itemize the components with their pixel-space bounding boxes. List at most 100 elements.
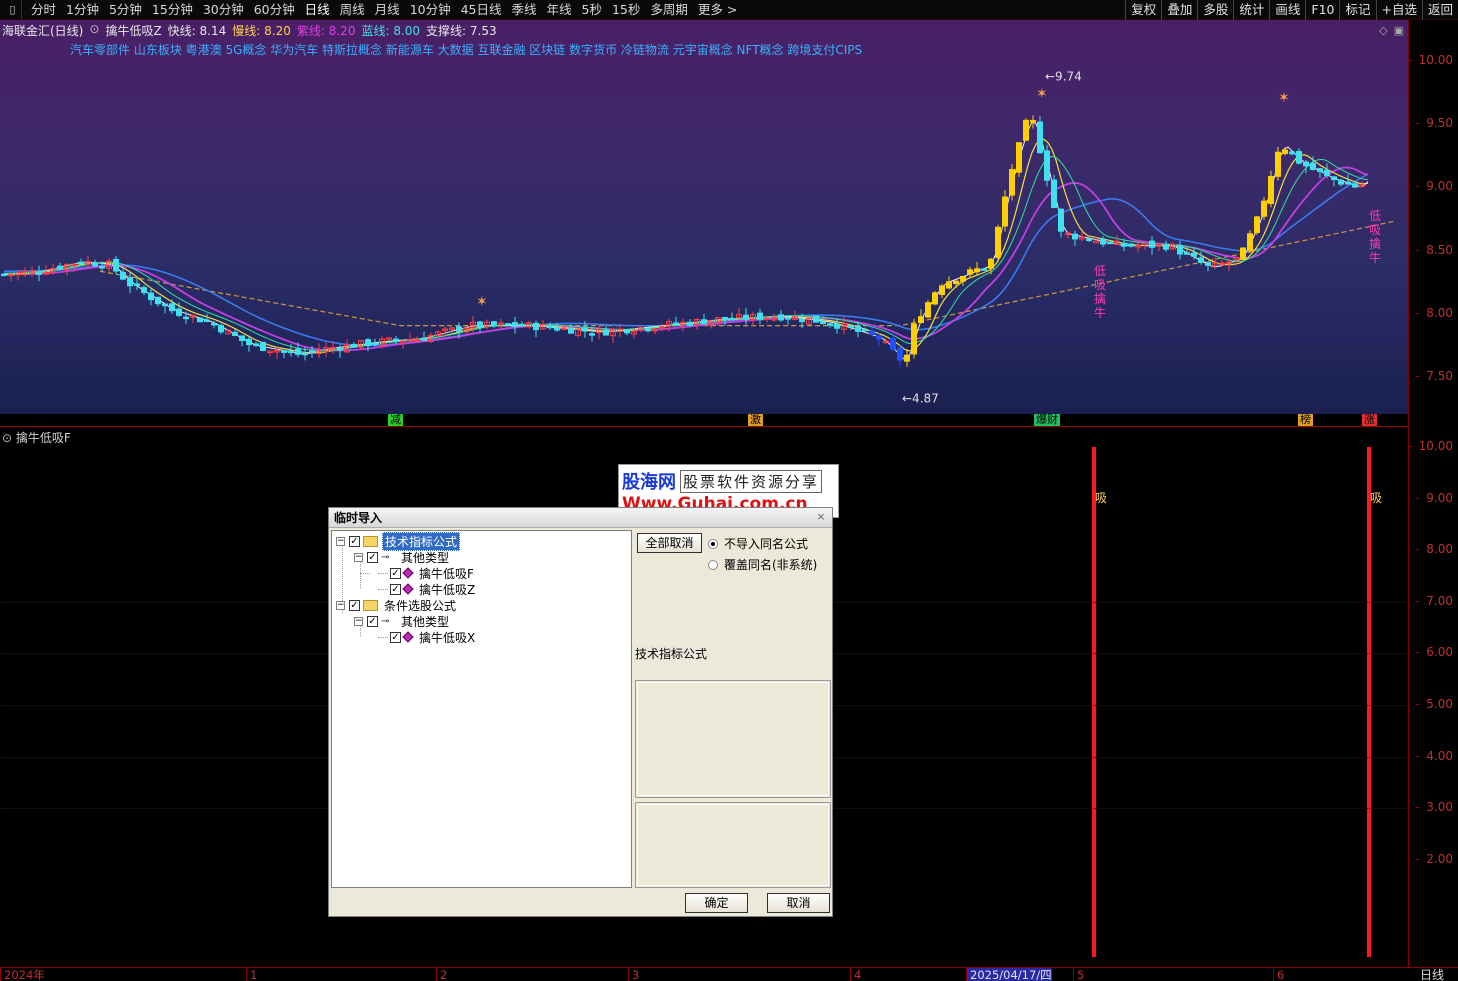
toolbar-button-7[interactable]: +自选 <box>1375 0 1422 20</box>
tree-node-tech-formula[interactable]: − ✓ 技术指标公式 <box>336 531 461 551</box>
close-icon[interactable]: × <box>814 510 828 524</box>
toolbar-button-8[interactable]: 返回 <box>1421 0 1458 20</box>
candle-body <box>113 258 119 272</box>
candle-body <box>120 271 126 280</box>
tree-label[interactable]: 擒牛低吸X <box>417 629 477 646</box>
candle-body <box>351 343 357 348</box>
checkbox[interactable]: ✓ <box>390 583 401 595</box>
candle-body <box>743 314 749 320</box>
period-tab-10[interactable]: 45日线 <box>456 0 507 20</box>
period-tab-12[interactable]: 年线 <box>542 0 577 20</box>
toolbar-button-2[interactable]: 多股 <box>1197 0 1233 20</box>
period-tab-6[interactable]: 日线 <box>300 0 335 20</box>
period-tab-11[interactable]: 季线 <box>507 0 542 20</box>
checkbox[interactable]: ✓ <box>390 567 401 579</box>
collapse-icon[interactable]: − <box>354 552 363 562</box>
collapse-icon[interactable]: − <box>354 616 363 626</box>
formula-icon <box>402 567 414 579</box>
toolbar-button-5[interactable]: F10 <box>1305 0 1339 20</box>
signal-marker[interactable]: 减 <box>388 414 403 426</box>
candle-body <box>1009 169 1015 196</box>
tree-label[interactable]: 擒牛低吸F <box>417 565 476 582</box>
tree-label[interactable]: 擒牛低吸Z <box>417 581 477 598</box>
x-tick-label: 2024年 <box>0 968 45 981</box>
candle-body <box>890 338 896 350</box>
period-tab-16[interactable]: 更多 > <box>693 0 742 20</box>
collapse-icon[interactable]: − <box>336 600 345 610</box>
cancel-all-button[interactable]: 全部取消 <box>637 533 702 553</box>
cancel-button[interactable]: 取消 <box>767 893 830 913</box>
tree-node-other-type-2[interactable]: − ✓ ⊸ 其他类型 <box>354 613 451 629</box>
low-price-label: ←4.87 <box>902 391 939 405</box>
radio-overwrite[interactable]: 覆盖同名(非系统) <box>708 556 817 573</box>
candle-body <box>820 321 826 325</box>
checkbox[interactable]: ✓ <box>367 551 378 563</box>
period-tab-8[interactable]: 月线 <box>370 0 405 20</box>
radio-dot[interactable] <box>708 559 718 570</box>
price-chart[interactable]: 海联金汇(日线) ⊙ 擒牛低吸Z 快线: 8.14 慢线: 8.20 紫线: 8… <box>0 20 1408 414</box>
candle-body <box>603 329 609 336</box>
candle-body <box>911 323 917 355</box>
x-tick-label: 2 <box>436 968 447 981</box>
period-tab-4[interactable]: 30分钟 <box>198 0 249 20</box>
checkbox[interactable]: ✓ <box>367 615 378 627</box>
ok-button[interactable]: 确定 <box>685 893 748 913</box>
period-tab-3[interactable]: 15分钟 <box>147 0 198 20</box>
toolbar-button-1[interactable]: 叠加 <box>1161 0 1197 20</box>
runner-icon: ✶ <box>1278 90 1290 106</box>
toolbar-button-6[interactable]: 标记 <box>1339 0 1375 20</box>
price-y-axis: 10.009.509.008.508.007.507.006.506.005.5… <box>1408 20 1458 761</box>
tree-label[interactable]: 其他类型 <box>399 613 451 630</box>
signal-marker[interactable]: 涨 <box>1362 414 1377 426</box>
checkbox[interactable]: ✓ <box>349 535 360 547</box>
toolbar-button-3[interactable]: 统计 <box>1233 0 1269 20</box>
period-tab-5[interactable]: 60分钟 <box>249 0 300 20</box>
x-tick-label: 6 <box>1273 968 1284 981</box>
candle-body <box>827 323 833 326</box>
candle-body <box>239 335 245 341</box>
candle-body <box>960 275 966 282</box>
menu-icon[interactable]: ▯ <box>4 0 22 19</box>
candle-body <box>1100 238 1106 245</box>
signal-bar-label: 吸 <box>1370 491 1382 505</box>
candle-body <box>99 265 105 269</box>
y-tick-label: 8.00 <box>1416 305 1453 320</box>
tree-node-stock-select[interactable]: − ✓ 条件选股公式 <box>336 597 458 613</box>
tree-label[interactable]: 其他类型 <box>399 549 451 566</box>
signal-marker[interactable]: 激 <box>748 414 763 426</box>
period-tab-7[interactable]: 周线 <box>335 0 370 20</box>
period-tab-14[interactable]: 15秒 <box>607 0 645 20</box>
candle-body <box>477 321 483 328</box>
radio-skip-same[interactable]: 不导入同名公式 <box>708 535 808 552</box>
tree-label[interactable]: 条件选股公式 <box>382 597 458 614</box>
signal-marker[interactable]: 爆财 <box>1034 414 1060 426</box>
candle-body <box>533 322 539 331</box>
collapse-icon[interactable]: − <box>336 536 345 546</box>
tree-node-formula-f[interactable]: ✓ 擒牛低吸F <box>390 565 476 581</box>
candle-body <box>1107 241 1113 245</box>
candle-body <box>582 327 588 332</box>
tree-node-formula-z[interactable]: ✓ 擒牛低吸Z <box>390 581 477 597</box>
period-tab-15[interactable]: 多周期 <box>645 0 693 20</box>
x-tick-label: 2025/04/17/四 <box>966 968 1052 981</box>
period-tab-1[interactable]: 1分钟 <box>61 0 104 20</box>
period-tab-13[interactable]: 5秒 <box>577 0 607 20</box>
folder-icon <box>363 535 378 547</box>
tree-node-formula-x[interactable]: ✓ 擒牛低吸X <box>390 629 477 645</box>
checkbox[interactable]: ✓ <box>390 631 401 643</box>
period-toolbar: ▯ 分时 1分钟 5分钟 15分钟 30分钟 60分钟 日线 周线 月线 10分钟 45日线 季线 年线… <box>0 0 1458 20</box>
candle-body <box>1254 216 1260 233</box>
radio-dot[interactable] <box>708 538 718 549</box>
candle-body <box>554 327 560 331</box>
checkbox[interactable]: ✓ <box>349 599 360 611</box>
period-tab-0[interactable]: 分时 <box>26 0 61 20</box>
period-tab-9[interactable]: 10分钟 <box>405 0 456 20</box>
toolbar-button-4[interactable]: 画线 <box>1269 0 1305 20</box>
candle-body <box>1072 233 1078 240</box>
period-tab-2[interactable]: 5分钟 <box>104 0 147 20</box>
candle-body <box>393 338 399 342</box>
signal-marker[interactable]: 榜 <box>1298 414 1313 426</box>
toolbar-button-0[interactable]: 复权 <box>1125 0 1161 20</box>
dialog-title[interactable]: 临时导入 <box>329 508 832 528</box>
tree-node-other-type[interactable]: − ✓ ⊸ 其他类型 <box>354 549 451 565</box>
